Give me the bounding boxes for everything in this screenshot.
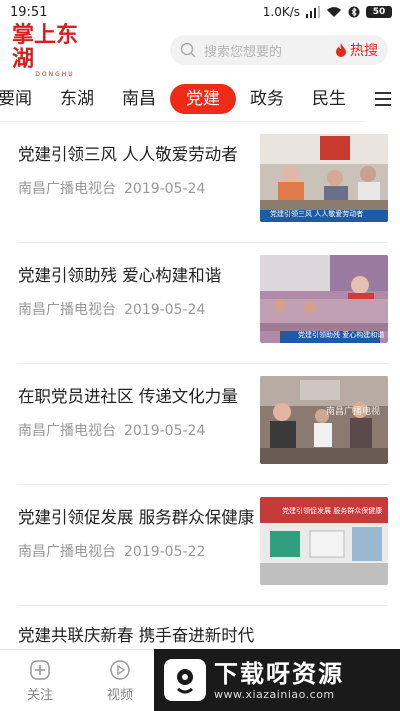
hot-search-button[interactable]: 热搜 xyxy=(335,40,378,60)
app-header: 掌上东湖 DONGHU 搜索您想要的 热搜 xyxy=(0,23,400,78)
article-meta: 南昌广播电视台 2019-05-22 xyxy=(18,541,205,561)
channel-tabs: 要闻 东湖 南昌 党建 政务 民生 xyxy=(0,75,400,122)
watermark-url: www.xiazainiao.com xyxy=(214,687,335,701)
article-thumbnail: 南昌广播电视 xyxy=(260,376,388,464)
article-source: 南昌广播电视台 xyxy=(18,302,116,318)
menu-icon xyxy=(375,91,391,106)
bluetooth-icon xyxy=(348,6,360,18)
article-source: 南昌广播电视台 xyxy=(18,423,116,439)
article-list: 党建引领三风 人人敬爱劳动者 南昌广播电视台 2019-05-24 党建引领三风 … xyxy=(0,122,400,656)
search-bar[interactable]: 搜索您想要的 热搜 xyxy=(170,35,388,65)
signal-icon xyxy=(306,6,320,18)
article-text: 在职党员进社区 传递文化力量 南昌广播电视台 2019-05-24 xyxy=(18,364,260,484)
article-text: 党建引领三风 人人敬爱劳动者 南昌广播电视台 2019-05-24 xyxy=(18,122,260,242)
channel-menu-button[interactable] xyxy=(366,75,400,122)
list-item[interactable]: 党建引领促发展 服务群众保健康 南昌广播电视台 2019-05-22 党建引领促发… xyxy=(18,485,388,606)
status-bar: 19:51 1.0K/s 50 xyxy=(0,0,400,24)
status-time: 19:51 xyxy=(10,4,48,20)
flame-icon xyxy=(336,43,346,57)
nav-follow-label: 关注 xyxy=(26,687,53,703)
article-thumbnail: 党建引领助残 爱心构建和谐 xyxy=(260,255,388,343)
nav-video[interactable]: 视频 xyxy=(80,650,160,711)
play-circle-icon xyxy=(110,659,130,680)
nav-follow[interactable]: 关注 xyxy=(0,650,80,711)
network-speed: 1.0K/s xyxy=(262,5,300,19)
thumbnail-caption: 党建引领三风 人人敬爱劳动者 xyxy=(270,210,364,218)
article-thumbnail: 党建引领三风 人人敬爱劳动者 xyxy=(260,134,388,222)
article-source: 南昌广播电视台 xyxy=(18,544,116,560)
tab-minsheng[interactable]: 民生 xyxy=(298,84,360,114)
nav-video-label: 视频 xyxy=(106,687,133,703)
tab-dangjian[interactable]: 党建 xyxy=(170,83,236,114)
article-source: 南昌广播电视台 xyxy=(18,181,116,197)
list-item[interactable]: 在职党员进社区 传递文化力量 南昌广播电视台 2019-05-24 南昌广播电视 xyxy=(18,364,388,485)
article-title: 在职党员进社区 传递文化力量 xyxy=(18,387,238,406)
thumbnail-caption: 党建引领助残 爱心构建和谐 xyxy=(298,331,385,339)
article-title: 党建引领促发展 服务群众保健康 xyxy=(18,508,255,527)
tab-zhengwu[interactable]: 政务 xyxy=(236,84,298,114)
list-item[interactable]: 党建引领助残 爱心构建和谐 南昌广播电视台 2019-05-24 党建引领助残 爱… xyxy=(18,243,388,364)
article-title: 党建共联庆新春 携手奋进新时代 xyxy=(18,626,255,645)
search-placeholder: 搜索您想要的 xyxy=(204,44,283,60)
article-title: 党建引领三风 人人敬爱劳动者 xyxy=(18,145,238,164)
list-item[interactable]: 党建引领三风 人人敬爱劳动者 南昌广播电视台 2019-05-24 党建引领三风 … xyxy=(18,122,388,243)
article-date: 2019-05-24 xyxy=(124,423,206,439)
tab-donghu[interactable]: 东湖 xyxy=(46,84,108,114)
article-title: 党建引领助残 爱心构建和谐 xyxy=(18,266,222,285)
article-meta: 南昌广播电视台 2019-05-24 xyxy=(18,178,205,198)
status-icons: 1.0K/s 50 xyxy=(263,5,392,19)
battery-icon: 50 xyxy=(366,6,392,18)
article-text: 党建引领促发展 服务群众保健康 南昌广播电视台 2019-05-22 xyxy=(18,485,260,605)
article-date: 2019-05-24 xyxy=(124,302,206,318)
tab-yaowen[interactable]: 要闻 xyxy=(0,84,46,114)
search-icon xyxy=(180,42,196,58)
article-meta: 南昌广播电视台 2019-05-24 xyxy=(18,299,205,319)
tab-track: 要闻 东湖 南昌 党建 政务 民生 xyxy=(0,83,366,114)
article-text: 党建引领助残 爱心构建和谐 南昌广播电视台 2019-05-24 xyxy=(18,243,260,363)
article-date: 2019-05-22 xyxy=(124,544,206,560)
app-logo: 掌上东湖 DONGHU xyxy=(12,23,98,78)
hot-search-label: 热搜 xyxy=(350,43,378,59)
watermark-text: 下载呀资源 www.xiazainiao.com xyxy=(214,660,344,701)
article-thumbnail: 党建引领促发展 服务群众保健康 xyxy=(260,497,388,585)
watermark-banner: 下载呀资源 www.xiazainiao.com xyxy=(154,649,400,711)
article-meta: 南昌广播电视台 2019-05-24 xyxy=(18,420,205,440)
wifi-icon xyxy=(327,7,341,17)
plus-circle-icon xyxy=(30,659,50,680)
watermark-title: 下载呀资源 xyxy=(214,659,344,688)
thumbnail-caption: 党建引领促发展 服务群众保健康 xyxy=(282,507,383,515)
tab-nanchang[interactable]: 南昌 xyxy=(108,84,170,114)
logo-text: 掌上东湖 xyxy=(12,21,79,72)
article-date: 2019-05-24 xyxy=(124,181,206,197)
thumbnail-caption: 南昌广播电视 xyxy=(325,407,380,417)
watermark-logo-icon xyxy=(164,659,206,701)
